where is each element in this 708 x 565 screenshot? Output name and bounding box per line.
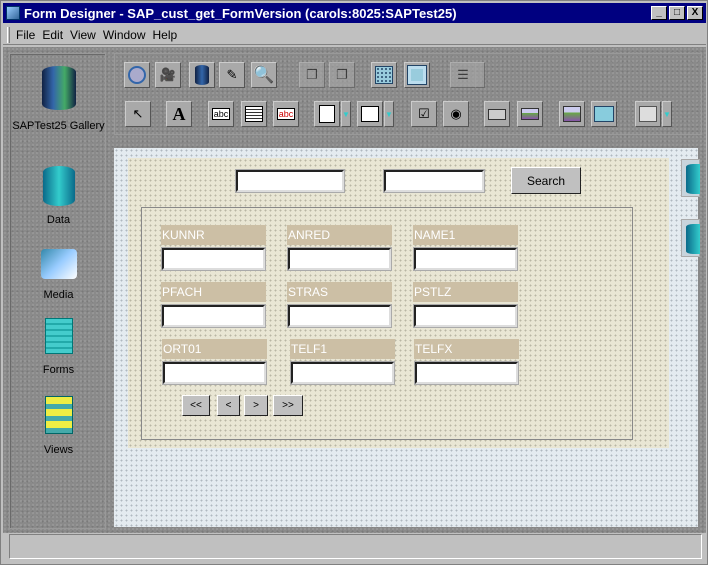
search-button[interactable]: Search xyxy=(511,167,581,194)
views-icon xyxy=(44,396,73,434)
pfach-input[interactable] xyxy=(161,304,266,328)
combo-box-dropdown[interactable]: ▼ xyxy=(384,101,394,127)
next-record-button[interactable]: > xyxy=(244,395,268,416)
app-icon xyxy=(6,6,20,20)
field-label-ort01: ORT01 xyxy=(162,339,267,359)
menu-window[interactable]: Window xyxy=(103,28,146,42)
ort01-input[interactable] xyxy=(162,361,267,385)
data-source-cylinder-icon[interactable] xyxy=(681,219,700,257)
kunnr-input[interactable] xyxy=(161,247,266,271)
field-label-name1: NAME1 xyxy=(413,225,518,245)
component-palette: SAPTest25 Gallery Data Media Forms Views xyxy=(9,53,106,529)
checkbox-icon[interactable]: ☑ xyxy=(411,101,437,127)
text-field-glyph: abc xyxy=(211,108,231,120)
list-box-dropdown[interactable]: ▼ xyxy=(341,101,351,127)
field-label-pfach: PFACH xyxy=(161,282,266,302)
grid-icon[interactable] xyxy=(371,62,397,88)
menu-edit[interactable]: Edit xyxy=(42,28,63,42)
search-input-1[interactable] xyxy=(235,169,345,193)
send-back-icon[interactable]: ❐ xyxy=(329,62,355,88)
last-record-button[interactable]: >> xyxy=(273,395,303,416)
search-input-2[interactable] xyxy=(383,169,485,193)
list-box-icon[interactable] xyxy=(314,101,340,127)
text-area-icon[interactable] xyxy=(241,101,267,127)
data-cylinder-icon xyxy=(42,166,75,206)
palette-views[interactable]: Views xyxy=(10,396,107,456)
window-title: Form Designer - SAP_cust_get_FormVersion… xyxy=(24,5,457,21)
menu-file[interactable]: File xyxy=(16,28,35,42)
tab-order-icon[interactable]: ☰ xyxy=(450,62,476,88)
pstlz-input[interactable] xyxy=(413,304,518,328)
anred-input[interactable] xyxy=(287,247,392,271)
tab-folder-dropdown[interactable]: ▼ xyxy=(662,101,672,127)
data-source-cylinder-icon[interactable] xyxy=(681,159,700,197)
title-bar: Form Designer - SAP_cust_get_FormVersion… xyxy=(3,3,706,23)
text-field-icon[interactable]: abc xyxy=(208,101,234,127)
palette-data[interactable]: Data xyxy=(10,166,107,226)
toolbar: 🎥 ✎ 🔍 ❐ ❐ ☰ ↖ A abc abc ▼ ▼ ☑ ◉ ▼ xyxy=(114,53,702,135)
palette-label: Media xyxy=(43,289,74,301)
menu-help[interactable]: Help xyxy=(153,28,178,42)
palette-gallery[interactable]: SAPTest25 Gallery xyxy=(10,66,107,133)
rich-text-glyph: abc xyxy=(276,108,296,120)
palette-forms[interactable]: Forms xyxy=(10,318,107,376)
name1-input[interactable] xyxy=(413,247,518,271)
rich-text-icon[interactable]: abc xyxy=(273,101,299,127)
bring-front-icon[interactable]: ❐ xyxy=(299,62,325,88)
field-label-stras: STRAS xyxy=(287,282,392,302)
maximize-button[interactable]: □ xyxy=(669,6,685,20)
palette-label: SAPTest25 Gallery xyxy=(12,120,105,132)
camera-icon[interactable]: 🎥 xyxy=(155,62,181,88)
edit-pencil-icon[interactable]: ✎ xyxy=(219,62,245,88)
menu-bar: File Edit View Window Help xyxy=(3,25,706,45)
database-icon[interactable] xyxy=(189,62,215,88)
picture-icon[interactable] xyxy=(559,101,585,127)
pointer-icon[interactable]: ↖ xyxy=(125,101,151,127)
field-label-pstlz: PSTLZ xyxy=(413,282,518,302)
field-label-telfx: TELFX xyxy=(414,339,519,359)
combo-box-icon[interactable] xyxy=(357,101,383,127)
snap-grid-icon[interactable] xyxy=(404,62,430,88)
gallery-globe-cylinder-icon xyxy=(41,66,76,110)
telf1-input[interactable] xyxy=(290,361,395,385)
tab-folder-icon[interactable] xyxy=(635,101,661,127)
telfx-input[interactable] xyxy=(414,361,519,385)
forms-icon xyxy=(44,318,73,354)
image-icon[interactable] xyxy=(517,101,543,127)
field-label-telf1: TELF1 xyxy=(290,339,395,359)
first-record-button[interactable]: << xyxy=(182,395,210,416)
field-label-kunnr: KUNNR xyxy=(161,225,266,245)
palette-label: Forms xyxy=(42,364,75,376)
menu-view[interactable]: View xyxy=(70,28,96,42)
media-speaker-icon xyxy=(40,249,77,279)
status-bar xyxy=(9,534,702,559)
close-button[interactable]: X xyxy=(687,6,703,20)
stras-input[interactable] xyxy=(287,304,392,328)
magnifier-icon[interactable]: 🔍 xyxy=(251,62,277,88)
tab-order-dropdown[interactable] xyxy=(475,62,485,88)
palette-label: Views xyxy=(43,444,74,456)
menu-grip xyxy=(7,26,10,43)
minimize-button[interactable]: _ xyxy=(651,6,667,20)
field-label-anred: ANRED xyxy=(287,225,392,245)
palette-label: Data xyxy=(46,214,71,226)
text-label-icon[interactable]: A xyxy=(166,101,192,127)
button-icon[interactable] xyxy=(484,101,510,127)
palette-media[interactable]: Media xyxy=(10,249,107,301)
compass-icon[interactable] xyxy=(124,62,150,88)
previous-record-button[interactable]: < xyxy=(217,395,240,416)
panel-icon[interactable] xyxy=(591,101,617,127)
radio-icon[interactable]: ◉ xyxy=(443,101,469,127)
